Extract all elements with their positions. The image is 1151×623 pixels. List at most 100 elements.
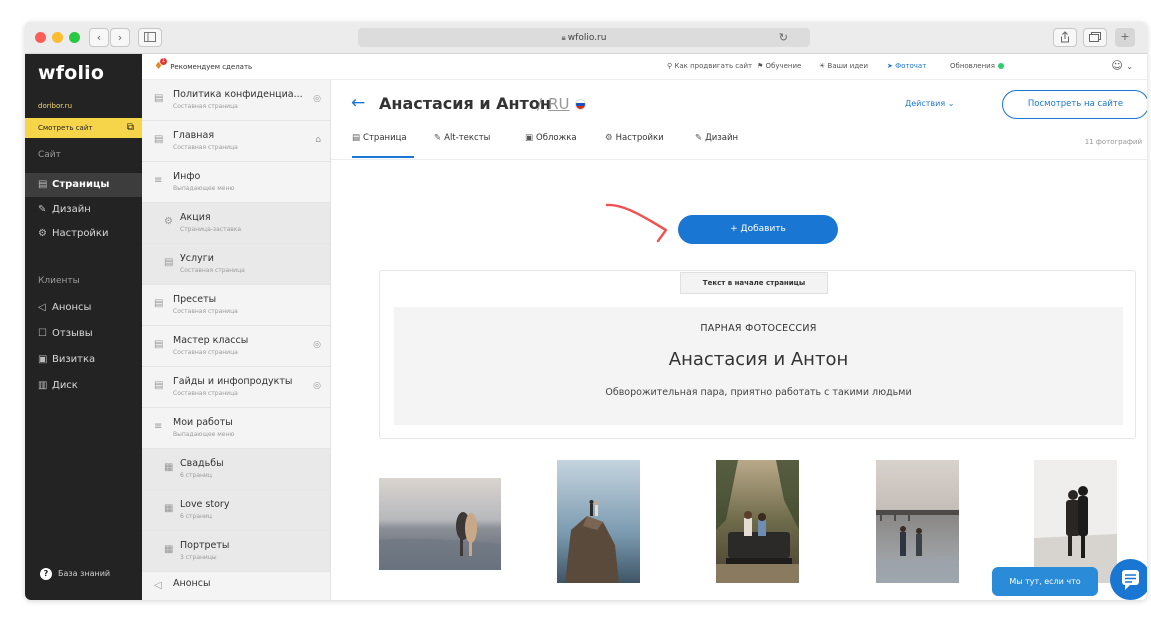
close-window-button[interactable] xyxy=(35,32,46,43)
tabs-divider xyxy=(331,159,1147,160)
recommend-link[interactable]: ♦ 1 Рекомендуем сделать xyxy=(154,58,252,72)
page-item[interactable]: ≡ Инфо Выпадающее меню xyxy=(142,162,330,203)
sidebar-item-business-card[interactable]: ▣ Визитка xyxy=(25,348,142,372)
page-item-subtitle: 6 страниц xyxy=(180,472,212,479)
photo-thumbnail[interactable] xyxy=(557,460,640,583)
tab-cover[interactable]: ▣ Обложка xyxy=(525,133,577,143)
page-item[interactable]: ▤ Мастер классы Составная страница ◎ xyxy=(142,326,330,367)
sidebar-item-disk[interactable]: ▥ Диск xyxy=(25,374,142,398)
photo-thumbnail[interactable] xyxy=(379,478,501,570)
grid-icon: ▦ xyxy=(164,503,174,514)
gear-icon: ⚙ xyxy=(38,228,47,239)
promote-site-label: Как продвигать сайт xyxy=(674,62,753,70)
chat-greeting-bubble[interactable]: Мы тут, если что xyxy=(992,567,1098,596)
tab-settings[interactable]: ⚙ Настройки xyxy=(605,133,664,143)
lock-icon: 🔒︎ xyxy=(561,33,566,42)
page-item-title: Портреты xyxy=(180,540,230,551)
tab-page[interactable]: ▤ Страница xyxy=(352,133,407,143)
add-button[interactable]: + Добавить xyxy=(678,215,838,244)
site-domain[interactable]: doribor.ru xyxy=(38,102,72,110)
learning-link[interactable]: ⚑ Обучение xyxy=(757,62,801,70)
language-code: RU xyxy=(548,95,570,113)
sidebar-item-announcements[interactable]: ◁ Анонсы xyxy=(25,296,142,320)
photo-thumbnail[interactable] xyxy=(716,460,799,583)
main-sidebar: wfolio doribor.ru Смотреть сайт ⧉ Сайт ▤… xyxy=(25,54,142,600)
page-editor: ← Анастасия и Антон / RU Действия ⌄ Посмо… xyxy=(331,80,1147,600)
tab-design[interactable]: ✎ Дизайн xyxy=(695,133,738,143)
photochat-link[interactable]: ➤ Фоточат xyxy=(887,62,926,70)
tab-label: Страница xyxy=(363,133,407,143)
updates-label: Обновления xyxy=(950,62,995,70)
logo[interactable]: wfolio xyxy=(38,62,104,84)
sidebar-item-pages[interactable]: ▤ Страницы xyxy=(25,173,142,197)
chat-icon: ☐ xyxy=(38,328,47,339)
sidebar-item-settings[interactable]: ⚙ Настройки xyxy=(25,222,142,246)
page-item[interactable]: ≡ Мои работы Выпадающее меню xyxy=(142,408,330,449)
sidebar-item-label: Визитка xyxy=(52,354,96,365)
photo-thumbnail[interactable] xyxy=(1034,460,1117,583)
language-switch[interactable]: / RU xyxy=(537,95,587,113)
updates-link[interactable]: Обновления xyxy=(950,62,1004,70)
tab-label: Дизайн xyxy=(705,133,739,143)
sidebar-item-reviews[interactable]: ☐ Отзывы xyxy=(25,322,142,346)
tab-label: Настройки xyxy=(615,133,664,143)
megaphone-icon: ◁ xyxy=(154,580,162,591)
page-item-subtitle: Составная страница xyxy=(173,390,238,397)
page-item[interactable]: ▤ Гайды и инфопродукты Составная страниц… xyxy=(142,367,330,408)
back-arrow-button[interactable]: ← xyxy=(351,93,365,113)
sidebar-toggle-button[interactable] xyxy=(138,28,162,47)
page-item-title: Инфо xyxy=(173,171,201,182)
back-nav-button[interactable]: ‹ xyxy=(89,28,109,47)
text-block-content: ПАРНАЯ ФОТОСЕССИЯ Анастасия и Антон Обво… xyxy=(394,307,1123,425)
menu-icon: ≡ xyxy=(154,175,163,186)
page-item-title: Услуги xyxy=(180,253,214,264)
view-site-button[interactable]: Смотреть сайт ⧉ xyxy=(25,118,142,138)
tab-alt-texts[interactable]: ✎ Alt-тексты xyxy=(434,133,490,143)
page-item-subtitle: Составная страница xyxy=(173,308,238,315)
zoom-window-button[interactable] xyxy=(69,32,80,43)
page-item[interactable]: ▤ Услуги Составная страница xyxy=(142,244,330,285)
page-icon: ▤ xyxy=(154,339,164,350)
sidebar-toggle-icon xyxy=(144,32,156,42)
ideas-link[interactable]: ☀ Ваши идеи xyxy=(819,62,868,70)
forward-nav-button[interactable]: › xyxy=(110,28,130,47)
minimize-window-button[interactable] xyxy=(52,32,63,43)
page-item[interactable]: ▤ Политика конфиденциа... Составная стра… xyxy=(142,80,330,121)
intro-text-block[interactable]: Текст в начале страницы ПАРНАЯ ФОТОСЕССИ… xyxy=(379,270,1136,439)
new-tab-button[interactable]: + xyxy=(1115,28,1135,47)
chat-button[interactable] xyxy=(1110,559,1147,600)
page-item-subtitle: Составная страница xyxy=(173,144,238,151)
active-tab-indicator xyxy=(352,156,414,158)
address-bar[interactable]: 🔒︎ wfolio.ru ↻ xyxy=(358,28,810,47)
address-bar-url: wfolio.ru xyxy=(567,33,607,43)
page-item[interactable]: ▤ Главная Составная страница ⌂ xyxy=(142,121,330,162)
notification-badge: 1 xyxy=(160,58,167,65)
eye-off-icon[interactable]: ◎ xyxy=(313,381,321,391)
page-item-title: Мастер классы xyxy=(173,335,249,346)
tabs-overview-button[interactable] xyxy=(1083,28,1107,47)
page-item[interactable]: ▦ Свадьбы 6 страниц xyxy=(142,449,330,490)
brush-icon: ✎ xyxy=(695,133,703,143)
actions-dropdown[interactable]: Действия ⌄ xyxy=(905,99,954,108)
text-block-heading: Анастасия и Антон xyxy=(668,349,849,370)
account-menu[interactable]: ☺ ⌄ xyxy=(1111,59,1133,72)
view-site-label: Смотреть сайт xyxy=(38,124,93,132)
flag-ru-icon xyxy=(575,99,587,110)
page-item-subtitle: Составная страница xyxy=(173,103,238,110)
eye-off-icon[interactable]: ◎ xyxy=(313,94,321,104)
sidebar-item-design[interactable]: ✎ Дизайн xyxy=(25,198,142,222)
photo-thumbnail[interactable] xyxy=(876,460,959,583)
share-button[interactable] xyxy=(1053,28,1077,47)
eye-off-icon[interactable]: ◎ xyxy=(313,340,321,350)
page-item[interactable]: ◁ Анонсы xyxy=(142,572,330,600)
page-item-title: Свадьбы xyxy=(180,458,224,469)
page-item[interactable]: ▦ Love story 6 страниц xyxy=(142,490,330,531)
promote-site-link[interactable]: ⚲ Как продвигать сайт xyxy=(667,62,752,70)
knowledge-base-link[interactable]: ? База знаний xyxy=(40,568,110,580)
page-item[interactable]: ▤ Пресеты Составная страница xyxy=(142,285,330,326)
reload-icon[interactable]: ↻ xyxy=(779,28,788,47)
photochat-label: Фоточат xyxy=(895,62,927,70)
page-item[interactable]: ⚙ Акция Страница-заставка xyxy=(142,203,330,244)
page-item[interactable]: ▦ Портреты 3 страницы xyxy=(142,531,330,572)
view-on-site-button[interactable]: Посмотреть на сайте xyxy=(1002,90,1147,119)
